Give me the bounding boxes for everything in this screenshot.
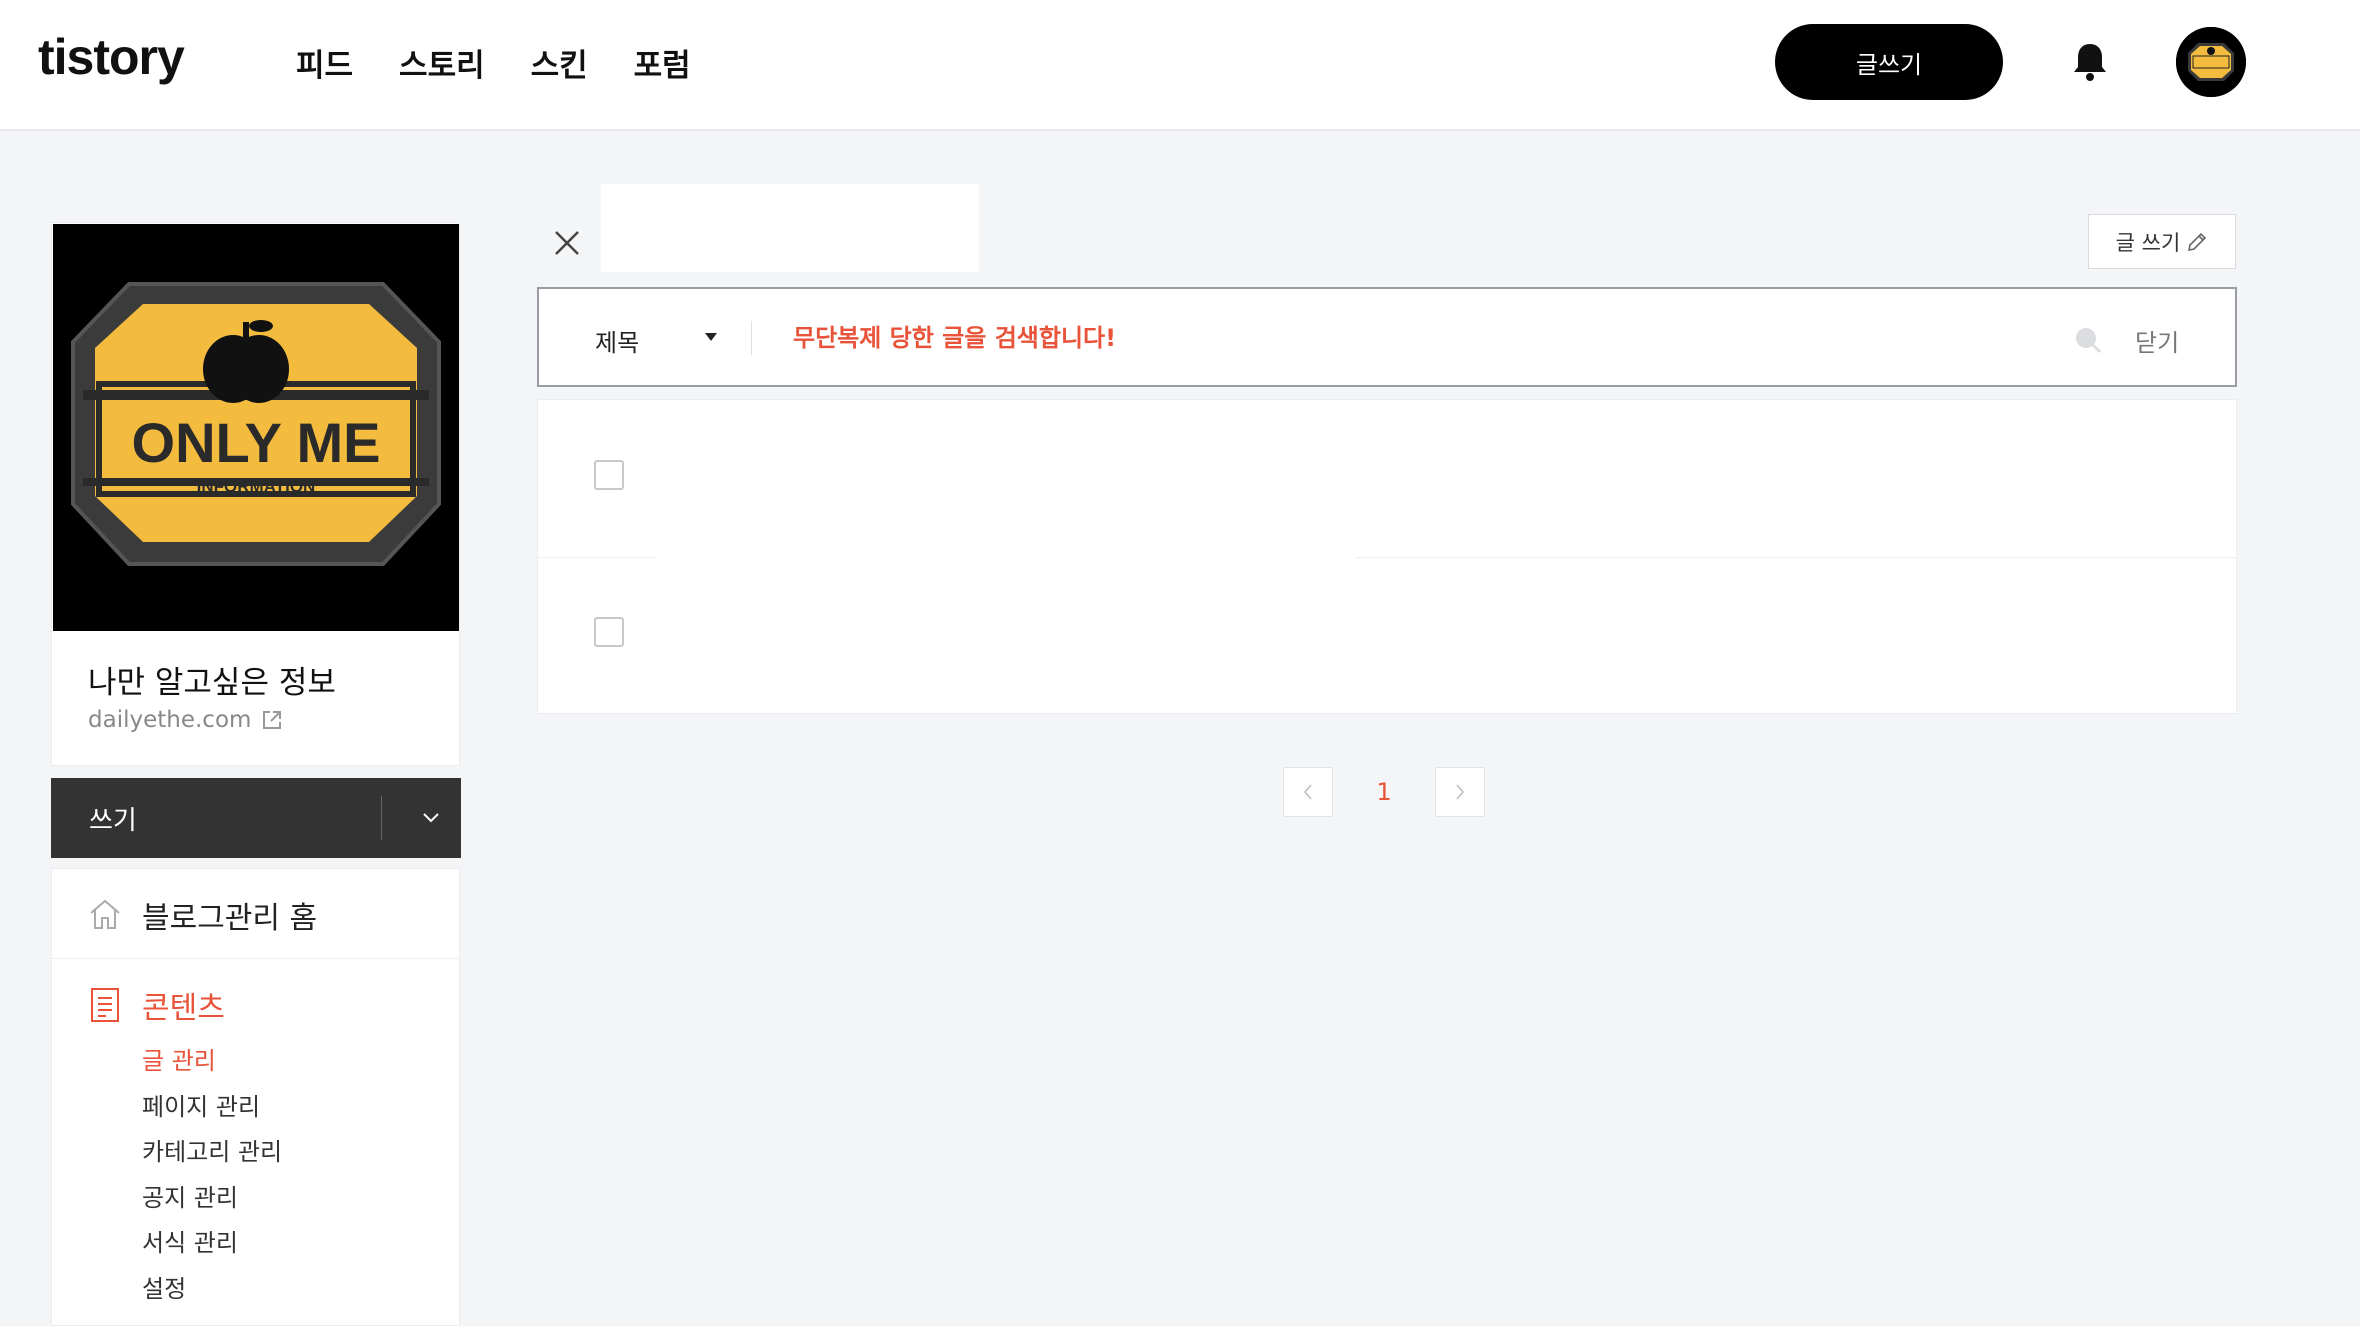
submenu-notice-manage[interactable]: 공지 관리 xyxy=(142,1178,282,1224)
chevron-right-icon xyxy=(1456,784,1465,800)
only-me-logo-subtext: INFORMATION xyxy=(197,477,316,496)
search-divider xyxy=(751,321,752,355)
nav-skin[interactable]: 스킨 xyxy=(531,40,588,85)
search-bar: 제목 닫기 xyxy=(537,287,2237,387)
post-write-button[interactable]: 글 쓰기 xyxy=(2088,214,2236,269)
global-nav: 피드 스토리 스킨 포럼 xyxy=(296,40,691,85)
page-number[interactable]: 1 xyxy=(1333,778,1435,806)
write-select-divider xyxy=(381,796,382,840)
chevron-left-icon xyxy=(1303,784,1312,800)
header-write-button[interactable]: 글쓰기 xyxy=(1775,24,2003,100)
row-checkbox[interactable] xyxy=(594,617,624,647)
blog-url-text: dailyethe.com xyxy=(88,707,252,733)
post-write-label: 글 쓰기 xyxy=(2115,230,2181,255)
profile-card: ONLY ME INFORMATION 나만 알고싶은 정보 dailyethe… xyxy=(51,222,460,766)
search-field-select[interactable]: 제목 xyxy=(595,323,639,358)
search-input[interactable] xyxy=(791,311,1995,365)
row-checkbox[interactable] xyxy=(594,460,624,490)
write-select-label[interactable]: 쓰기 xyxy=(89,800,137,837)
nav-forum[interactable]: 포럼 xyxy=(634,40,691,85)
list-item xyxy=(538,400,2236,557)
caret-down-icon[interactable] xyxy=(705,333,717,341)
home-icon xyxy=(90,899,120,929)
search-close-button[interactable]: 닫기 xyxy=(2135,323,2179,358)
avatar-logo-icon xyxy=(2176,27,2246,97)
bell-icon[interactable] xyxy=(2070,40,2110,84)
blog-url-link[interactable]: dailyethe.com xyxy=(88,707,283,733)
blog-name[interactable]: 나만 알고싶은 정보 xyxy=(88,657,336,702)
prev-page-button[interactable] xyxy=(1283,767,1333,817)
chevron-down-icon[interactable] xyxy=(401,796,461,840)
post-list xyxy=(537,399,2237,714)
nav-feed[interactable]: 피드 xyxy=(296,40,353,85)
sidebar-item-contents-label[interactable]: 콘텐츠 xyxy=(142,983,225,1027)
submenu-settings[interactable]: 설정 xyxy=(142,1269,282,1315)
write-select[interactable]: 쓰기 xyxy=(51,778,461,858)
tistory-logo[interactable]: tistory xyxy=(38,28,185,86)
submenu-post-manage[interactable]: 글 관리 xyxy=(142,1041,282,1087)
sidebar-item-home[interactable]: 블로그관리 홈 xyxy=(52,869,459,959)
submenu-category-manage[interactable]: 카테고리 관리 xyxy=(142,1132,282,1178)
contents-submenu: 글 관리 페이지 관리 카테고리 관리 공지 관리 서식 관리 설정 xyxy=(142,1041,282,1314)
pencil-icon xyxy=(2188,232,2207,251)
next-page-button[interactable] xyxy=(1435,767,1485,817)
search-icon[interactable] xyxy=(2073,325,2103,355)
submenu-template-manage[interactable]: 서식 관리 xyxy=(142,1223,282,1269)
blog-profile-image: ONLY ME INFORMATION xyxy=(53,224,459,631)
only-me-logo-text: ONLY ME xyxy=(132,411,381,474)
list-item xyxy=(538,557,2236,714)
avatar[interactable] xyxy=(2176,27,2246,97)
header-tab-blank xyxy=(601,184,979,272)
sidebar-menu: 블로그관리 홈 콘텐츠 글 관리 페이지 관리 카테고리 관리 공지 관리 서식… xyxy=(51,868,460,1326)
top-header: tistory 피드 스토리 스킨 포럼 글쓰기 xyxy=(0,0,2360,131)
sidebar-item-home-label: 블로그관리 홈 xyxy=(142,901,318,936)
external-link-icon xyxy=(263,711,282,729)
close-icon[interactable] xyxy=(552,228,582,258)
pagination: 1 xyxy=(1283,767,1485,817)
document-icon xyxy=(91,988,119,1022)
submenu-page-manage[interactable]: 페이지 관리 xyxy=(142,1087,282,1133)
only-me-logo-icon: ONLY ME INFORMATION xyxy=(53,224,459,631)
nav-story[interactable]: 스토리 xyxy=(399,40,485,85)
